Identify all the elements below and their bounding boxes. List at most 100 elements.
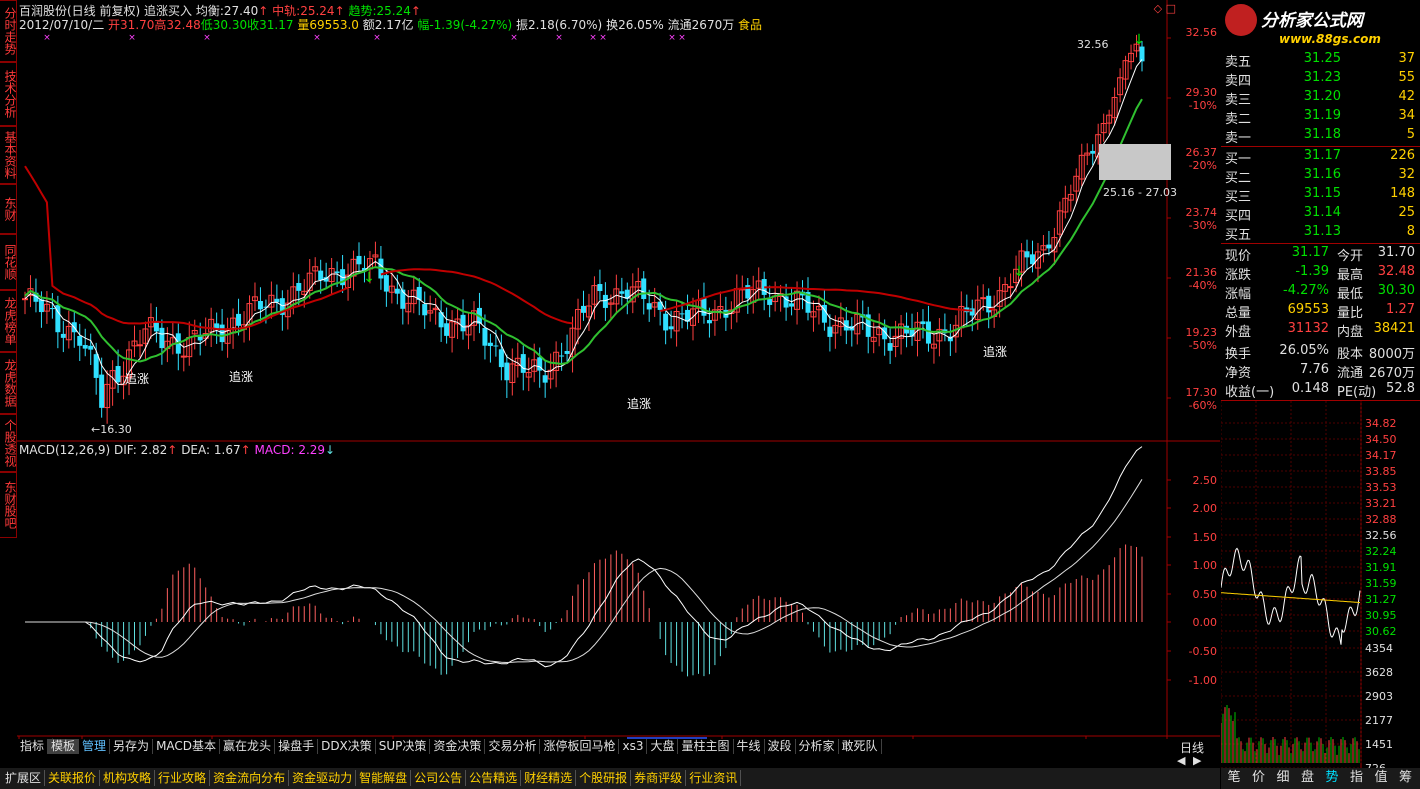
volume-tick-label: 2903 bbox=[1365, 690, 1393, 703]
bottom-tab-2[interactable]: 机构攻略 bbox=[100, 770, 156, 786]
indicator-tab-9[interactable]: 资金决策 bbox=[430, 739, 486, 754]
ask-row[interactable]: 卖四 31.23 55 bbox=[1221, 69, 1420, 89]
chart-canvas[interactable]: 32.56 29.30-10% 26.37-20% 23.74-30% 21.36-40… bbox=[17, 0, 1220, 751]
left-tab-7[interactable]: 个股透视 bbox=[0, 414, 17, 472]
indicator-tab-16[interactable]: 波段 bbox=[765, 739, 796, 754]
bottom-tab-0[interactable]: 扩展区 bbox=[2, 770, 46, 786]
indicator-tab-4[interactable]: MACD基本 bbox=[153, 739, 221, 754]
bottom-tab-10[interactable]: 个股研报 bbox=[576, 770, 632, 786]
indicator-tab-1[interactable]: 模板 bbox=[48, 739, 80, 754]
bottom-tab-4[interactable]: 资金流向分布 bbox=[210, 770, 290, 786]
bid-row[interactable]: 买四 31.14 25 bbox=[1221, 204, 1420, 224]
range-label: 25.16 - 27.03 bbox=[1103, 186, 1177, 199]
bid-row[interactable]: 买五 31.13 8 bbox=[1221, 223, 1420, 243]
bottom-tab-12[interactable]: 行业资讯 bbox=[686, 770, 742, 786]
price-tick-label: 29.30 bbox=[1186, 86, 1218, 99]
candle-body-down bbox=[115, 366, 121, 383]
stat-row: 涨跌 -1.39 最高 32.48 bbox=[1221, 263, 1420, 283]
level-label: 卖一 bbox=[1225, 131, 1252, 146]
ask-row[interactable]: 卖一 31.18 5 bbox=[1221, 126, 1420, 146]
bottom-tab-11[interactable]: 券商评级 bbox=[631, 770, 687, 786]
left-tab-8[interactable]: 东财股吧 bbox=[0, 472, 17, 538]
indicator-tab-6[interactable]: 操盘手 bbox=[275, 739, 319, 754]
side-tab-0[interactable]: 笔 bbox=[1223, 770, 1245, 786]
ask-row[interactable]: 卖五 31.25 37 bbox=[1221, 50, 1420, 70]
indicator-tab-11[interactable]: 涨停板回马枪 bbox=[540, 739, 620, 754]
side-tab-4[interactable]: 势 bbox=[1321, 770, 1343, 786]
candle-body-down bbox=[581, 305, 586, 313]
kline-chart[interactable]: 32.56 29.30 -10% 26.37 -20% 23.74 -30% 21.36 -40… bbox=[17, 0, 1220, 751]
side-tab-6[interactable]: 值 bbox=[1370, 770, 1392, 786]
bottom-tab-5[interactable]: 资金驱动力 bbox=[289, 770, 357, 786]
intraday-tick-label: 31.91 bbox=[1365, 561, 1397, 574]
indicator-tab-8[interactable]: SUP决策 bbox=[376, 739, 431, 754]
intraday-chart[interactable]: 34.82 34.50 34.17 33.85 33.53 33.21 32.88 32.56… bbox=[1221, 401, 1420, 768]
bar-date: 2012/07/10/二 bbox=[19, 18, 105, 32]
window-controls[interactable]: ◇ □ bbox=[1154, 2, 1176, 15]
level-label: 卖二 bbox=[1225, 112, 1252, 127]
level-label: 卖三 bbox=[1225, 93, 1252, 108]
indicator-tab-18[interactable]: 敢死队 bbox=[839, 739, 882, 754]
candle-body-down bbox=[498, 349, 504, 368]
candle-body-down bbox=[1046, 244, 1052, 249]
left-tab-2[interactable]: 基本资料 bbox=[0, 126, 17, 184]
candle-body-down bbox=[504, 362, 510, 381]
period-label[interactable]: 日线 bbox=[1180, 739, 1220, 755]
intraday-tick-label: 30.62 bbox=[1365, 625, 1397, 638]
quote-panel: 分析家公式网 www.88gs.com 卖五 31.25 37 卖四 31.23 55 卖三… bbox=[1221, 0, 1420, 789]
side-tab-2[interactable]: 细 bbox=[1272, 770, 1294, 786]
side-tab-1[interactable]: 价 bbox=[1248, 770, 1270, 786]
indicator-tab-10[interactable]: 交易分析 bbox=[485, 739, 541, 754]
scroll-right-icon[interactable]: ▶ bbox=[1193, 754, 1201, 767]
indicator-tab-5[interactable]: 赢在龙头 bbox=[220, 739, 276, 754]
price-tick-label: 19.23 bbox=[1186, 326, 1218, 339]
bid-row[interactable]: 买一 31.17 226 bbox=[1221, 147, 1420, 167]
intraday-tick-label: 32.88 bbox=[1365, 513, 1397, 526]
bottom-tab-7[interactable]: 公司公告 bbox=[411, 770, 467, 786]
ask-row[interactable]: 卖三 31.20 42 bbox=[1221, 88, 1420, 108]
bar-close: 收31.17 bbox=[247, 18, 294, 32]
candle-body-down bbox=[60, 333, 66, 338]
left-tab-1[interactable]: 技术分析 bbox=[0, 62, 17, 126]
indicator-tab-2[interactable]: 管理 bbox=[79, 739, 111, 754]
left-tab-0[interactable]: 分时走势 bbox=[0, 0, 17, 62]
side-tab-3[interactable]: 盘 bbox=[1297, 770, 1319, 786]
indicator-tab-12[interactable]: xs3 bbox=[619, 739, 648, 754]
level-price: 31.14 bbox=[1303, 205, 1341, 220]
left-tab-4[interactable]: 同花顺10 bbox=[0, 234, 17, 290]
bottom-tab-8[interactable]: 公告精选 bbox=[466, 770, 522, 786]
ask-row[interactable]: 卖二 31.19 34 bbox=[1221, 107, 1420, 127]
candle-body-down bbox=[159, 327, 165, 349]
bottom-tab-1[interactable]: 关联报价 bbox=[45, 770, 101, 786]
candle-body-down bbox=[383, 275, 389, 292]
bottom-tab-3[interactable]: 行业攻略 bbox=[155, 770, 211, 786]
indicator-tab-14[interactable]: 量柱主图 bbox=[678, 739, 734, 754]
indicator-tab-15[interactable]: 牛线 bbox=[734, 739, 765, 754]
indicator-tab-0[interactable]: 指标 bbox=[17, 739, 49, 754]
side-tab-5[interactable]: 指 bbox=[1346, 770, 1368, 786]
stat-row: 换手 26.05% 股本 8000万 bbox=[1221, 342, 1420, 362]
bottom-tab-6[interactable]: 智能解盘 bbox=[356, 770, 412, 786]
signal-label: 追涨 bbox=[125, 371, 149, 386]
level-label: 买五 bbox=[1225, 228, 1252, 243]
indicator-tab-7[interactable]: DDX决策 bbox=[318, 739, 376, 754]
left-tab-3[interactable]: 东财10 bbox=[0, 184, 17, 234]
bid-row[interactable]: 买二 31.16 32 bbox=[1221, 166, 1420, 186]
macd-tick-label: 0.50 bbox=[1193, 588, 1218, 601]
marker-icon: × bbox=[555, 33, 563, 43]
bar-volume: 量69553.0 bbox=[297, 18, 359, 32]
level-price: 31.17 bbox=[1303, 148, 1341, 163]
side-tab-7[interactable]: 筹 bbox=[1395, 770, 1417, 786]
stat-value: -1.39 bbox=[1295, 264, 1329, 279]
bottom-tab-9[interactable]: 财经精选 bbox=[521, 770, 577, 786]
intraday-tick-label: 34.82 bbox=[1365, 417, 1397, 430]
bid-row[interactable]: 买三 31.15 148 bbox=[1221, 185, 1420, 205]
indicator-tab-13[interactable]: 大盘 bbox=[647, 739, 679, 754]
indicator-tab-17[interactable]: 分析家 bbox=[796, 739, 839, 754]
scroll-left-icon[interactable]: ◀ bbox=[1177, 754, 1185, 767]
left-tab-5[interactable]: 龙虎榜单 bbox=[0, 290, 17, 352]
buy-arrow-icon: ↓ bbox=[363, 270, 375, 286]
left-tab-6[interactable]: 龙虎数据 bbox=[0, 352, 17, 414]
macd-tick-label: 2.50 bbox=[1193, 474, 1218, 487]
indicator-tab-3[interactable]: 另存为 bbox=[110, 739, 154, 754]
